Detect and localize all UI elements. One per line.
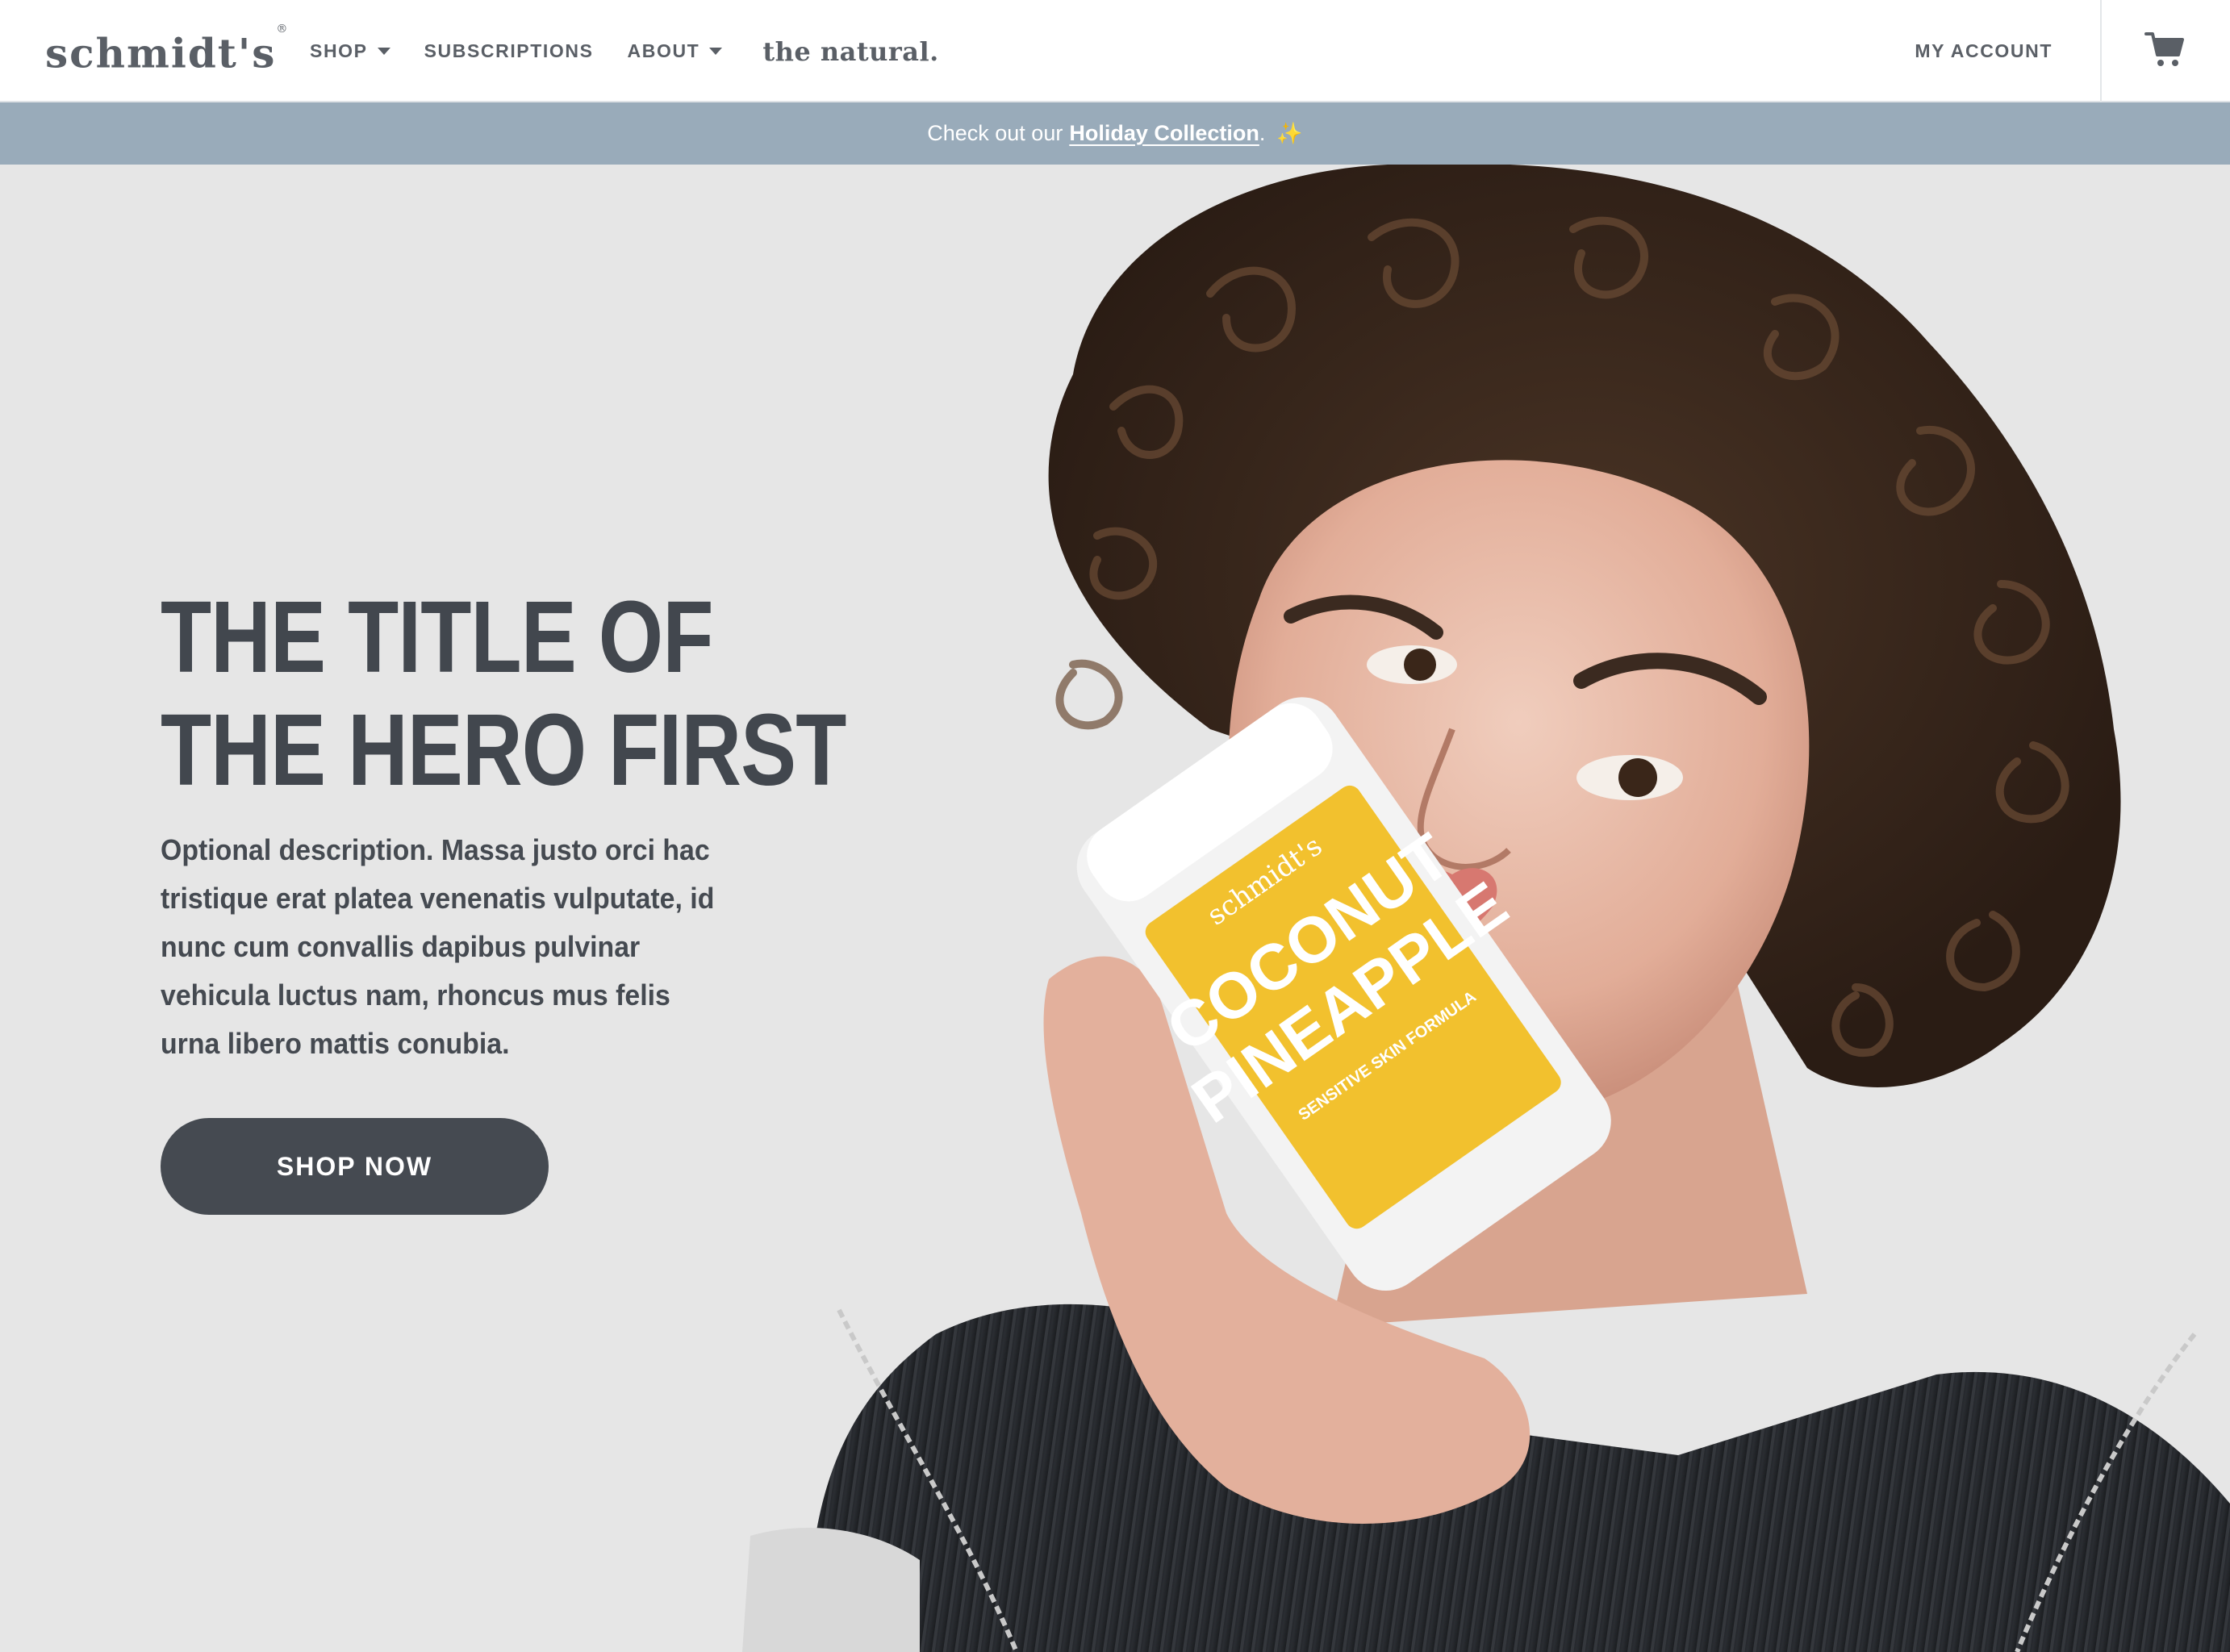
hero-title: THE TITLE OF THE HERO FIRST <box>161 580 846 807</box>
cart-icon <box>2144 32 2184 66</box>
announcement-suffix: . <box>1259 121 1266 145</box>
nav-subscriptions[interactable]: SUBSCRIPTIONS <box>424 40 594 62</box>
registered-mark: ® <box>276 23 290 35</box>
sparkle-icon: ✨ <box>1276 121 1303 145</box>
nav-shop-label: SHOP <box>310 40 368 61</box>
caret-down-icon <box>709 48 723 55</box>
hero-copy: THE TITLE OF THE HERO FIRST Optional des… <box>161 581 854 1068</box>
nav-about[interactable]: ABOUT <box>628 40 723 62</box>
nav-about-label: ABOUT <box>627 40 700 61</box>
holiday-collection-link[interactable]: Holiday Collection <box>1069 121 1259 146</box>
caret-down-icon <box>377 48 390 55</box>
shop-now-button[interactable]: SHOP NOW <box>161 1118 549 1215</box>
hero-description: Optional description. Massa justo orci h… <box>161 833 715 1060</box>
main-nav: SHOP SUBSCRIPTIONS ABOUT the natural. <box>310 0 939 102</box>
the-natural-link[interactable]: the natural. <box>762 36 938 67</box>
brand-logo-text: schmidt's <box>45 29 277 77</box>
top-navbar: schmidt's® SHOP SUBSCRIPTIONS ABOUT the … <box>0 0 2230 102</box>
nav-subscriptions-label: SUBSCRIPTIONS <box>424 40 594 61</box>
hero-section: schmidt's COCONUT PINEAPPLE SENSITIVE SK… <box>0 165 2230 1652</box>
announcement-bar: Check out our Holiday Collection . ✨ <box>0 102 2230 165</box>
nav-shop[interactable]: SHOP <box>310 40 390 62</box>
brand-logo[interactable]: schmidt's® <box>45 23 289 77</box>
cart-button[interactable] <box>2144 31 2185 69</box>
my-account-link[interactable]: MY ACCOUNT <box>1915 0 2053 102</box>
nav-divider <box>2100 0 2102 102</box>
announcement-prefix: Check out our <box>927 121 1063 145</box>
